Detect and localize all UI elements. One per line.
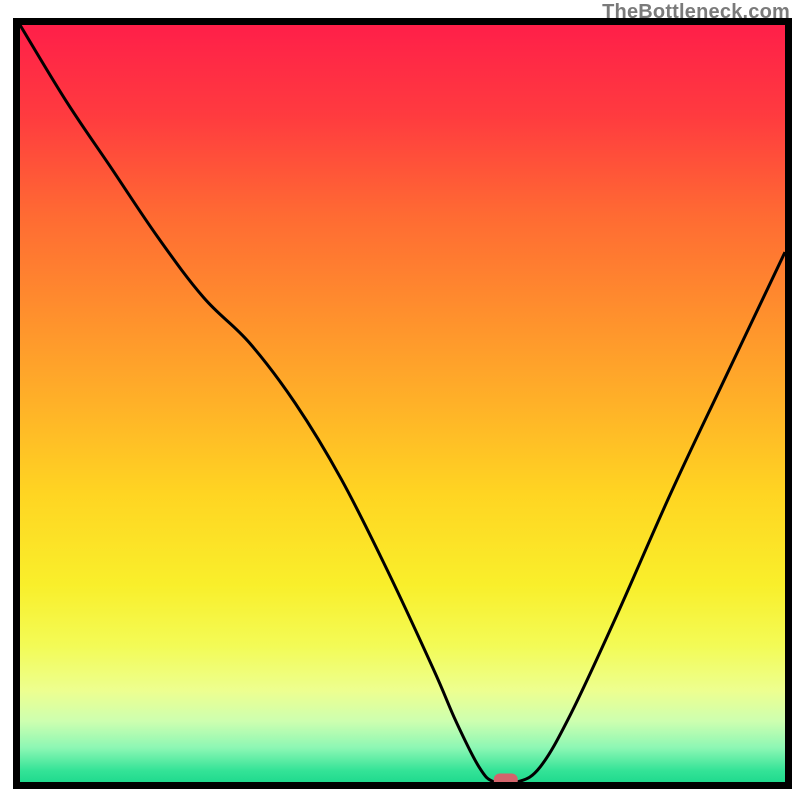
plot-area [20,25,785,787]
gradient-background [20,25,785,782]
bottleneck-chart [0,0,800,800]
chart-container: TheBottleneck.com [0,0,800,800]
watermark-text: TheBottleneck.com [602,1,790,24]
